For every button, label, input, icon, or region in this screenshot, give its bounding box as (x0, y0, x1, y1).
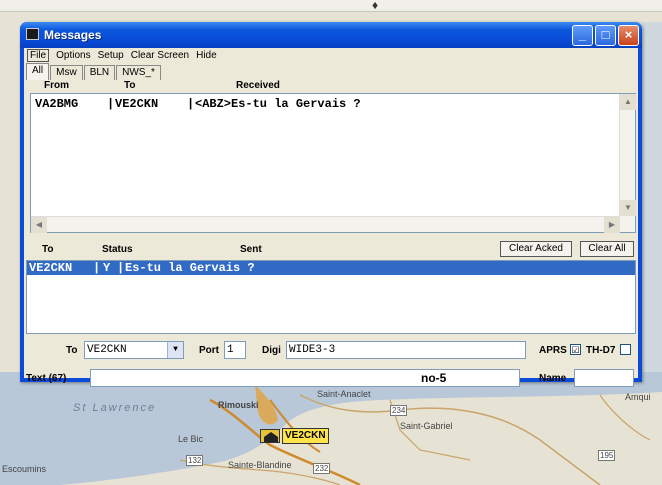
received-header: From To Received (30, 80, 636, 93)
map-label-route-234: 234 (390, 405, 408, 416)
window-title: Messages (44, 28, 102, 42)
tab-msw[interactable]: Msw (50, 65, 83, 80)
sent-list[interactable]: VE2CKN | Y | Es-tu la Gervais ? (26, 260, 636, 334)
received-row[interactable]: VA2BMG | VE2CKN | <ABZ>Es-tu la Gervais … (35, 97, 595, 112)
messages-window[interactable]: Messages _ □ × File Options Setup Clear … (20, 22, 642, 387)
minimize-button[interactable]: _ (572, 25, 593, 46)
digi-label: Digi (262, 345, 281, 356)
name-label: Name (539, 373, 567, 384)
divider: | (187, 97, 195, 111)
char-counter: no-5 (421, 371, 447, 385)
divider: | (107, 97, 115, 111)
menu-bar: File Options Setup Clear Screen Hide (24, 48, 638, 62)
close-button[interactable]: × (618, 25, 639, 46)
to-value: VE2CKN (87, 344, 127, 356)
map-label-rimouski: Rimouski (218, 400, 259, 410)
scroll-down-arrow-icon[interactable]: ▼ (620, 200, 636, 216)
map-label-route-132: 132 (186, 455, 204, 466)
divider: | (117, 261, 125, 275)
digi-field[interactable]: WIDE3-3 (286, 341, 526, 359)
sent-status: Y (103, 261, 111, 275)
map-label-saint-anaclet: Saint-Anaclet (317, 389, 371, 399)
map-label-saint-gabriel: Saint-Gabriel (400, 421, 453, 431)
scroll-up-arrow-icon[interactable]: ▲ (620, 94, 636, 110)
to-label: To (66, 345, 78, 356)
received-vertical-scrollbar[interactable]: ▲ ▼ (619, 94, 636, 232)
menu-hide[interactable]: Hide (196, 50, 217, 61)
clear-acked-button[interactable]: Clear Acked (500, 241, 572, 257)
aprs-label: APRS (539, 345, 567, 356)
sent-header: To Status Sent Clear Acked Clear All (30, 241, 636, 257)
th-d7-checkbox[interactable] (620, 344, 631, 355)
tab-strip: All Msw BLN NWS_* (26, 63, 162, 80)
title-bar[interactable]: Messages _ □ × (20, 22, 642, 48)
window-client: File Options Setup Clear Screen Hide All… (24, 48, 638, 387)
map-label-amqui: Amqui (625, 392, 651, 402)
station-icon (260, 429, 280, 443)
column-sent[interactable]: Sent (240, 244, 262, 255)
map-label-le-bic: Le Bic (178, 434, 204, 444)
menu-options[interactable]: Options (56, 50, 90, 61)
to-combobox[interactable]: VE2CKN ▼ (84, 341, 184, 359)
station-callsign: VE2CKN (282, 428, 329, 444)
clear-all-button[interactable]: Clear All (580, 241, 634, 257)
chevron-down-icon[interactable]: ▼ (167, 342, 183, 358)
name-input[interactable] (574, 369, 634, 387)
th-d7-label: TH-D7 (586, 345, 616, 356)
tab-bln[interactable]: BLN (83, 65, 116, 80)
map-label-route-232: 232 (313, 463, 331, 474)
map-label-sainte-blandine: Sainte-Blandine (228, 460, 292, 470)
received-from: VA2BMG (35, 97, 79, 111)
column-from[interactable]: From (44, 80, 69, 91)
map-label-st-lawrence: St Lawrence (73, 402, 157, 414)
tab-all[interactable]: All (26, 63, 50, 80)
menu-setup[interactable]: Setup (98, 50, 124, 61)
sent-to: VE2CKN (29, 261, 73, 275)
message-text-input[interactable]: no-5 (90, 369, 520, 387)
sent-row[interactable]: VE2CKN | Y | Es-tu la Gervais ? (27, 261, 635, 275)
house-icon (264, 432, 278, 442)
received-horizontal-scrollbar[interactable]: ◀ ▶ (31, 216, 620, 233)
map-label-route-195: 195 (598, 450, 616, 461)
scroll-left-arrow-icon[interactable]: ◀ (31, 217, 47, 233)
column-to[interactable]: To (124, 80, 135, 91)
port-label: Port (199, 345, 219, 356)
cursor-icon: ♦ (372, 0, 379, 12)
app-icon (26, 28, 39, 40)
menu-clear-screen[interactable]: Clear Screen (131, 50, 189, 61)
scroll-right-arrow-icon[interactable]: ▶ (604, 217, 620, 233)
maximize-button[interactable]: □ (595, 25, 616, 46)
port-field[interactable]: 1 (224, 341, 246, 359)
received-text: <ABZ>Es-tu la Gervais ? (195, 97, 361, 111)
column-to[interactable]: To (42, 244, 53, 255)
received-to: VE2CKN (115, 97, 159, 111)
aprs-checkbox[interactable]: ☑ (570, 344, 581, 355)
sent-text: Es-tu la Gervais ? (125, 261, 255, 275)
divider: | (93, 261, 101, 275)
received-list[interactable]: VA2BMG | VE2CKN | <ABZ>Es-tu la Gervais … (30, 93, 636, 233)
tab-nws[interactable]: NWS_* (116, 65, 161, 80)
top-strip: ♦ (0, 0, 662, 12)
text-label: Text (67) (26, 373, 67, 384)
column-status[interactable]: Status (102, 244, 133, 255)
column-received[interactable]: Received (236, 80, 280, 91)
menu-file[interactable]: File (27, 48, 50, 62)
map-label-escoumins: Escoumins (2, 464, 47, 474)
